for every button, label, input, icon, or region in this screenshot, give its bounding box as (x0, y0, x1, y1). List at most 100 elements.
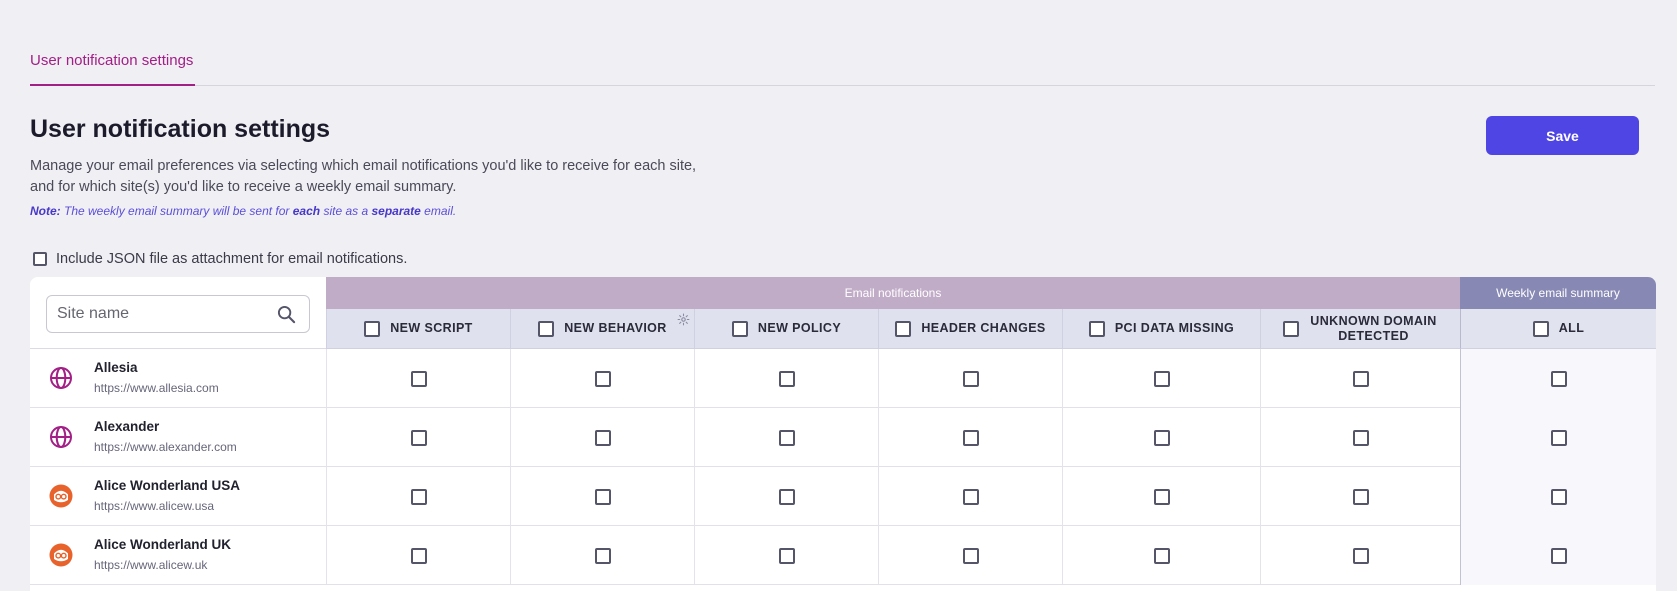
new-behavior-checkbox[interactable] (594, 429, 611, 446)
description-line-1: Manage your email preferences via select… (30, 158, 697, 174)
page-description: Manage your email preferences via select… (30, 156, 750, 198)
note-bold-each: each (292, 204, 321, 218)
unknown-domain-detected-checkbox[interactable] (1352, 488, 1369, 505)
header-changes-checkbox[interactable] (962, 370, 979, 387)
cell-pci-data-missing (1062, 408, 1260, 467)
site-name: Alice Wonderland USA (94, 478, 241, 493)
new-script-checkbox[interactable] (410, 547, 427, 564)
site-search-input[interactable] (57, 303, 257, 325)
column-header-header-changes: HEADER CHANGES (878, 309, 1062, 349)
new-policy-checkbox[interactable] (778, 370, 795, 387)
select-all-new-script-checkbox[interactable] (364, 320, 381, 337)
select-all-unknown-domain-detected-checkbox[interactable] (1282, 320, 1299, 337)
column-label: NEW BEHAVIOR (564, 321, 667, 335)
globe-icon (49, 425, 73, 454)
column-label: PCI DATA MISSING (1114, 321, 1235, 335)
cell-new-script (326, 349, 510, 408)
table-row: Allesia https://www.allesia.com (30, 349, 1656, 408)
select-all-weekly-checkbox[interactable] (1532, 320, 1549, 337)
pci-data-missing-checkbox[interactable] (1153, 370, 1170, 387)
cell-unknown-domain-detected (1260, 408, 1460, 467)
select-all-new-behavior-checkbox[interactable] (538, 320, 555, 337)
cell-unknown-domain-detected (1260, 526, 1460, 585)
header-changes-checkbox[interactable] (962, 547, 979, 564)
page-title: User notification settings (30, 115, 331, 143)
header-changes-checkbox[interactable] (962, 488, 979, 505)
column-label: HEADER CHANGES (921, 321, 1046, 335)
site-name: Alexander (94, 419, 160, 434)
include-json-option[interactable]: Include JSON file as attachment for emai… (33, 251, 407, 267)
new-behavior-checkbox[interactable] (594, 488, 611, 505)
site-url: https://www.alexander.com (94, 440, 237, 454)
select-all-header-changes-checkbox[interactable] (895, 320, 912, 337)
save-button[interactable]: Save (1486, 116, 1639, 155)
site-url: https://www.allesia.com (94, 381, 219, 395)
new-behavior-checkbox[interactable] (594, 370, 611, 387)
column-label: NEW SCRIPT (390, 321, 473, 335)
cell-weekly-all (1460, 408, 1656, 467)
unknown-domain-detected-checkbox[interactable] (1352, 547, 1369, 564)
site-url: https://www.alicew.uk (94, 558, 208, 572)
new-policy-checkbox[interactable] (778, 547, 795, 564)
new-script-checkbox[interactable] (410, 429, 427, 446)
note-text-1: The weekly email summary will be sent fo… (60, 204, 293, 218)
cell-header-changes (878, 526, 1062, 585)
cell-header-changes (878, 408, 1062, 467)
cell-weekly-all (1460, 467, 1656, 526)
cell-new-policy (694, 467, 878, 526)
column-label: ALL (1558, 321, 1585, 335)
cell-new-policy (694, 349, 878, 408)
cell-new-behavior (510, 467, 694, 526)
table-row: Alice Wonderland USA https://www.alicew.u… (30, 467, 1656, 526)
site-cell: Allesia https://www.allesia.com (30, 349, 326, 408)
cell-weekly-all (1460, 526, 1656, 585)
weekly-summary-checkbox[interactable] (1550, 488, 1567, 505)
weekly-summary-checkbox[interactable] (1550, 429, 1567, 446)
pci-data-missing-checkbox[interactable] (1153, 488, 1170, 505)
column-header-new-behavior: NEW BEHAVIOR (510, 309, 694, 349)
include-json-checkbox[interactable] (33, 252, 47, 266)
search-icon[interactable] (277, 305, 296, 329)
note-text-3: email. (420, 204, 457, 218)
site-search-box[interactable] (46, 295, 310, 333)
alice-avatar-icon (49, 484, 73, 513)
cell-weekly-all (1460, 349, 1656, 408)
weekly-summary-checkbox[interactable] (1550, 547, 1567, 564)
gear-icon[interactable] (677, 313, 690, 329)
site-name: Allesia (94, 360, 138, 375)
cell-new-script (326, 526, 510, 585)
site-cell: Alexander https://www.alexander.com (30, 408, 326, 467)
tab-bar: User notification settings (30, 0, 1655, 86)
note-bold-separate: separate (371, 204, 421, 218)
tab-user-notification-settings[interactable]: User notification settings (30, 52, 196, 86)
cell-new-script (326, 467, 510, 526)
cell-new-behavior (510, 349, 694, 408)
weekly-summary-group-header: Weekly email summary (1460, 277, 1656, 309)
select-all-pci-data-missing-checkbox[interactable] (1088, 320, 1105, 337)
cell-header-changes (878, 467, 1062, 526)
new-policy-checkbox[interactable] (778, 488, 795, 505)
site-url: https://www.alicew.usa (94, 499, 215, 513)
weekly-summary-checkbox[interactable] (1550, 370, 1567, 387)
pci-data-missing-checkbox[interactable] (1153, 547, 1170, 564)
notification-table: Email notifications Weekly email summary… (30, 277, 1656, 591)
weekly-summary-note: Note: The weekly email summary will be s… (30, 204, 456, 218)
cell-new-script (326, 408, 510, 467)
header-changes-checkbox[interactable] (962, 429, 979, 446)
email-notifications-group-header: Email notifications (326, 277, 1460, 309)
cell-new-policy (694, 408, 878, 467)
unknown-domain-detected-checkbox[interactable] (1352, 370, 1369, 387)
new-policy-checkbox[interactable] (778, 429, 795, 446)
new-behavior-checkbox[interactable] (594, 547, 611, 564)
new-script-checkbox[interactable] (410, 370, 427, 387)
cell-header-changes (878, 349, 1062, 408)
cell-unknown-domain-detected (1260, 467, 1460, 526)
alice-avatar-icon (49, 543, 73, 572)
new-script-checkbox[interactable] (410, 488, 427, 505)
pci-data-missing-checkbox[interactable] (1153, 429, 1170, 446)
select-all-new-policy-checkbox[interactable] (731, 320, 748, 337)
table-row: Alexander https://www.alexander.com (30, 408, 1656, 467)
unknown-domain-detected-checkbox[interactable] (1352, 429, 1369, 446)
note-text-2: site as a (320, 204, 372, 218)
column-header-weekly-all: ALL (1460, 309, 1656, 349)
